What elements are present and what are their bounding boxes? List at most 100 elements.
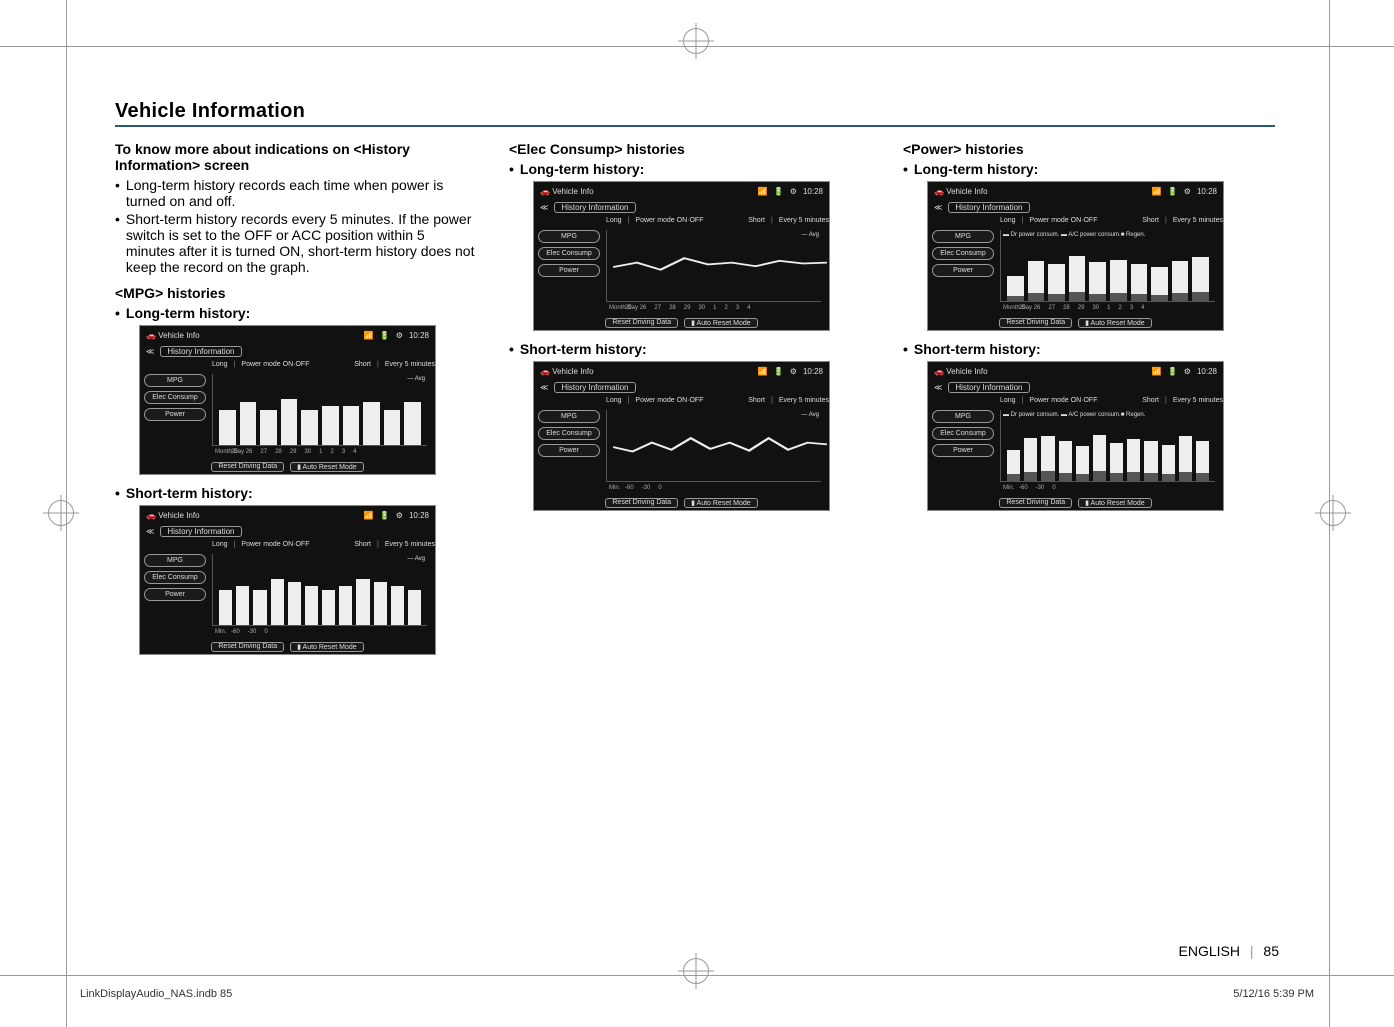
tab-long[interactable]: Long [212,541,228,548]
screenshot-title: Vehicle Info [946,187,987,196]
tab-short[interactable]: Short [1142,397,1159,404]
elec-consump-button[interactable]: Elec Consump [538,247,600,260]
tab-short[interactable]: Short [354,541,371,548]
breadcrumb-history-info[interactable]: History Information [948,382,1029,393]
reset-driving-data-button[interactable]: Reset Driving Data [999,498,1072,508]
battery-icon: 🔋 [774,367,784,376]
battery-icon: 🔋 [1168,367,1178,376]
screenshot-title: Vehicle Info [158,331,199,340]
auto-reset-mode-button[interactable]: ▮ Auto Reset Mode [1078,318,1152,328]
screenshot-title: Vehicle Info [946,367,987,376]
breadcrumb-history-info[interactable]: History Information [948,202,1029,213]
breadcrumb-history-info[interactable]: History Information [160,346,241,357]
tab-long[interactable]: Long [606,217,622,224]
tab-long[interactable]: Long [1000,397,1016,404]
legend-regen: ■ Regen. [1121,412,1146,418]
mpg-long-label: •Long-term history: [115,305,475,321]
gear-icon[interactable]: ⚙ [396,511,403,520]
page-title: Vehicle Information [115,100,1275,127]
back-button[interactable]: ≪ [540,203,548,212]
tab-short[interactable]: Short [1142,217,1159,224]
screenshot-power-long: 🚗 Vehicle Info📶🔋⚙10:28≪History Informati… [927,181,1224,331]
power-button[interactable]: Power [538,264,600,277]
separator-icon: | [1250,943,1254,959]
legend-dr: ▬ Dr power consum. [1003,232,1059,238]
gear-icon[interactable]: ⚙ [790,187,797,196]
mpg-button[interactable]: MPG [538,230,600,243]
footer-page-number: 85 [1263,943,1279,959]
power-button[interactable]: Power [538,444,600,457]
gear-icon[interactable]: ⚙ [396,331,403,340]
legend-ac: ▬ A/C power consum. [1061,412,1121,418]
column-1: To know more about indications on <Histo… [115,141,475,665]
tab-long[interactable]: Long [606,397,622,404]
mpg-button[interactable]: MPG [144,554,206,567]
mpg-button[interactable]: MPG [932,410,994,423]
signal-icon: 📶 [758,367,768,376]
gear-icon[interactable]: ⚙ [1184,187,1191,196]
auto-reset-mode-button[interactable]: ▮ Auto Reset Mode [290,642,364,652]
reset-driving-data-button[interactable]: Reset Driving Data [605,318,678,328]
elec-consump-button[interactable]: Elec Consump [144,571,206,584]
bullet-dash-icon: • [115,177,120,209]
avg-legend: — Avg [407,376,425,382]
column-3: <Power> histories •Long-term history: 🚗 … [903,141,1263,665]
reset-driving-data-button[interactable]: Reset Driving Data [999,318,1072,328]
auto-reset-mode-button[interactable]: ▮ Auto Reset Mode [1078,498,1152,508]
intro-bullet-1: • Long-term history records each time wh… [115,177,475,209]
tab-mode-label: Power mode ON·OFF [1029,397,1097,404]
gear-icon[interactable]: ⚙ [1184,367,1191,376]
power-button[interactable]: Power [144,408,206,421]
tab-every-label: Every 5 minutes [1173,397,1223,404]
elec-heading: <Elec Consump> histories [509,141,869,157]
reset-driving-data-button[interactable]: Reset Driving Data [211,462,284,472]
tab-long[interactable]: Long [212,361,228,368]
tab-long[interactable]: Long [1000,217,1016,224]
tab-every-label: Every 5 minutes [385,361,435,368]
elec-consump-button[interactable]: Elec Consump [538,427,600,440]
tab-short[interactable]: Short [748,397,765,404]
registration-mark-bottom [683,958,709,984]
tab-short[interactable]: Short [354,361,371,368]
mpg-button[interactable]: MPG [932,230,994,243]
battery-icon: 🔋 [774,187,784,196]
chart-area: — AvgMin.-60-300 [606,410,821,482]
breadcrumb-history-info[interactable]: History Information [554,202,635,213]
elec-consump-button[interactable]: Elec Consump [932,247,994,260]
gear-icon[interactable]: ⚙ [790,367,797,376]
back-button[interactable]: ≪ [146,347,154,356]
power-button[interactable]: Power [932,264,994,277]
tab-mode-label: Power mode ON·OFF [635,397,703,404]
tab-short[interactable]: Short [748,217,765,224]
registration-mark-left [48,500,74,526]
battery-icon: 🔋 [1168,187,1178,196]
auto-reset-mode-button[interactable]: ▮ Auto Reset Mode [290,462,364,472]
breadcrumb-history-info[interactable]: History Information [160,526,241,537]
clock-label: 10:28 [1197,367,1217,376]
back-button[interactable]: ≪ [146,527,154,536]
reset-driving-data-button[interactable]: Reset Driving Data [605,498,678,508]
screenshot-mpg-short: 🚗 Vehicle Info📶🔋⚙10:28≪History Informati… [139,505,436,655]
legend-regen: ■ Regen. [1121,232,1146,238]
clock-label: 10:28 [803,187,823,196]
mpg-short-label: •Short-term history: [115,485,475,501]
tab-every-label: Every 5 minutes [385,541,435,548]
screenshot-title: Vehicle Info [552,187,593,196]
mpg-button[interactable]: MPG [144,374,206,387]
power-button[interactable]: Power [932,444,994,457]
mpg-button[interactable]: MPG [538,410,600,423]
auto-reset-mode-button[interactable]: ▮ Auto Reset Mode [684,498,758,508]
elec-consump-button[interactable]: Elec Consump [932,427,994,440]
reset-driving-data-button[interactable]: Reset Driving Data [211,642,284,652]
tab-every-label: Every 5 minutes [1173,217,1223,224]
power-button[interactable]: Power [144,588,206,601]
auto-reset-mode-button[interactable]: ▮ Auto Reset Mode [684,318,758,328]
back-button[interactable]: ≪ [934,383,942,392]
elec-consump-button[interactable]: Elec Consump [144,391,206,404]
breadcrumb-history-info[interactable]: History Information [554,382,635,393]
back-button[interactable]: ≪ [540,383,548,392]
back-button[interactable]: ≪ [934,203,942,212]
battery-icon: 🔋 [380,331,390,340]
bullet-dash-icon: • [115,211,120,275]
signal-icon: 📶 [1152,187,1162,196]
